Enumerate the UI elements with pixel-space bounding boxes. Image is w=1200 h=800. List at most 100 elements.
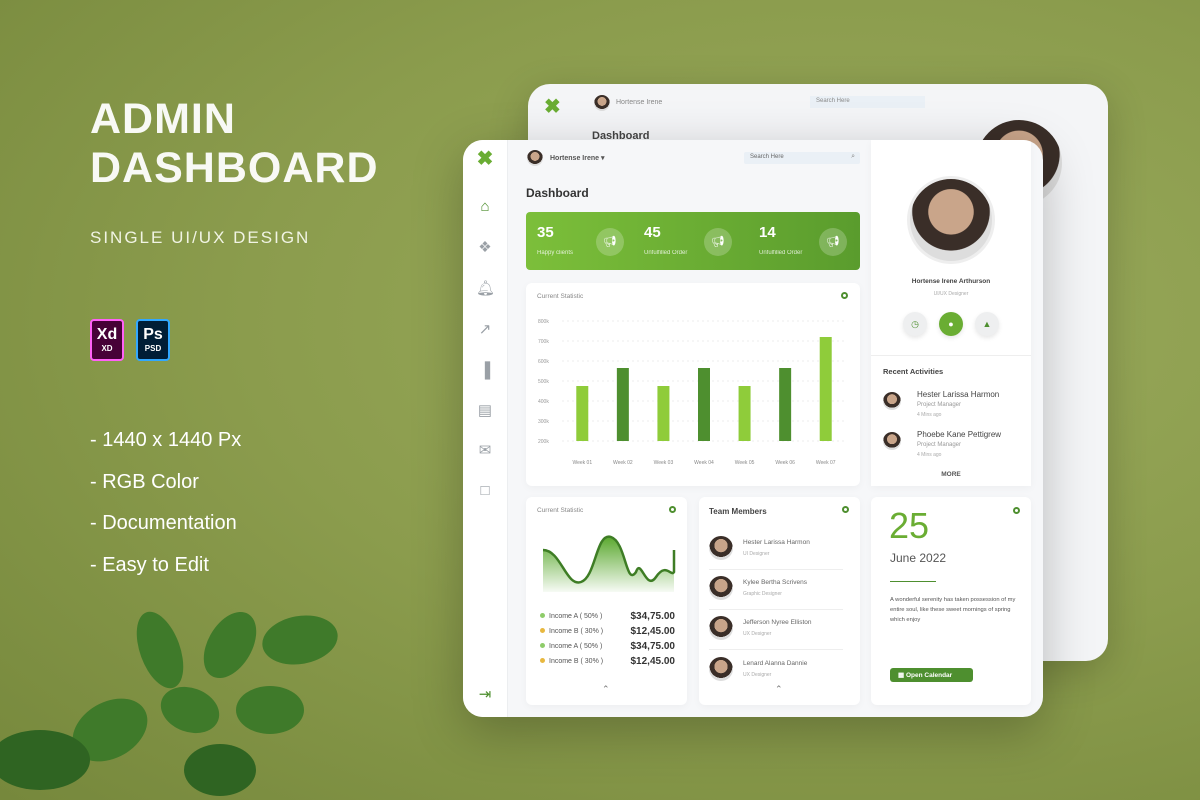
calendar-note: A wonderful serenity has taken possessio… [890,597,1016,623]
y-tick-label: 400k [538,399,549,405]
page-title: Dashboard [526,186,589,200]
feature-item: - Documentation [90,512,237,534]
puzzle-icon[interactable]: ❖ [476,239,494,257]
x-tick-label: Week 06 [775,460,795,466]
recent-activities-title: Recent Activities [883,367,944,376]
x-tick-label: Week 03 [654,460,674,466]
income-row: Income A ( 50% ) $34,75.00 [540,641,675,652]
profile-panel: Hortense Irene Arthurson UI/UX Designer … [871,140,1031,486]
feature-list: - 1440 x 1440 Px - RGB Color - Documenta… [90,420,241,586]
gear-icon[interactable] [842,506,849,513]
gear-icon[interactable] [1013,507,1020,514]
team-member[interactable]: Kylee Bertha Scrivens Graphic Designer [709,570,843,610]
user-icon[interactable]: ● [939,312,963,336]
income-title: Current Statistic [537,507,584,514]
stat-happy-clients: 35 Happy clients [537,224,574,256]
income-row: Income B ( 30% ) $12,45.00 [540,626,675,637]
search-box[interactable]: Search Here ⌕ [744,152,860,164]
avatar [883,432,901,450]
more-link[interactable]: MORE [871,471,1031,478]
clipboard-icon[interactable]: □ [476,482,494,500]
bar [576,386,589,441]
user-menu[interactable]: Hortense Irene ▾ [550,154,605,162]
promo-title: ADMIN DASHBOARD [90,95,379,193]
promo-title-line2: DASHBOARD [90,144,379,192]
bar-chart-icon[interactable]: ▐ [476,362,494,380]
plant-decoration [0,611,338,796]
dashboard-window: ✖ ⌂ ❖ 🔔︎ ↗ ▐ ▤ ✉ □ ⇥ Hortense Irene ▾ Se… [463,140,1043,717]
divider [871,355,1031,356]
bar [616,368,629,441]
trend-chart-icon[interactable]: ↗ [476,321,494,339]
user-name: Hortense Irene [550,155,600,162]
avatar [709,616,733,640]
stats-banner: 35 Happy clients 📢︎ 45 Unfulfilled Order 📢… [526,212,860,270]
feature-item: - RGB Color [90,470,199,493]
team-title: Team Members [709,507,767,516]
x-tick-label: Week 01 [572,460,592,466]
logo-icon: ✖ [476,148,494,170]
stat-unfulfilled-order-2: 14 Unfulfilled Order [759,224,803,256]
user-avatar[interactable] [527,150,543,166]
mail-icon[interactable]: ✉ [476,442,494,460]
search-input[interactable]: Search Here [810,96,925,108]
sidebar: ✖ ⌂ ❖ 🔔︎ ↗ ▐ ▤ ✉ □ ⇥ [463,140,508,717]
y-tick-label: 300k [538,419,549,425]
feature-item: - Easy to Edit [90,553,209,576]
logo-icon: ✖ [544,96,561,118]
avatar [594,95,610,111]
chevron-down-icon: ▾ [600,155,605,162]
profile-role: UI/UX Designer [933,291,969,297]
y-tick-label: 800k [538,319,549,325]
bell-icon[interactable]: 🔔︎ [476,280,495,298]
avatar [709,536,733,560]
bar [819,337,832,441]
megaphone-icon: 📢︎ [819,228,847,256]
bar-chart-card: Current Statistic 800k 700k 600k 500k 400k 30… [526,283,860,486]
team-members-card: Team Members Hester Larissa Harmon UI Des… [699,497,860,705]
calendar-day: 25 [889,505,930,546]
megaphone-icon: 📢︎ [704,228,732,256]
bar [657,386,670,441]
megaphone-icon: 📢︎ [596,228,624,256]
y-tick-label: 200k [538,439,549,445]
x-tick-label: Week 07 [816,460,836,466]
avatar [883,392,901,410]
team-member[interactable]: Jefferson Nyree Elliston UX Designer [709,610,843,650]
bell-icon[interactable]: ▲ [975,312,999,336]
logout-icon[interactable]: ⇥ [476,686,494,704]
area-chart [542,535,676,592]
home-icon[interactable]: ⌂ [476,198,494,216]
chevron-up-icon[interactable]: ⌃ [775,684,783,695]
profile-name: Hortense Irene Arthurson [911,278,991,285]
open-calendar-button[interactable]: ▦ Open Calendar [890,668,973,682]
calendar-icon: ▦ [898,672,905,679]
bar [738,386,751,441]
promo-subtitle: SINGLE UI/UX DESIGN [90,228,311,247]
y-tick-label: 700k [538,339,549,345]
profile-photo [907,176,995,264]
calendar-month-year: June 2022 [890,551,947,565]
x-tick-label: Week 02 [613,460,633,466]
income-row: Income B ( 30% ) $12,45.00 [540,656,675,667]
bar-chart: 800k 700k 600k 500k 400k 300k 200k Week 01 Week … [538,319,846,466]
search-input[interactable]: Search Here [750,154,784,160]
avatar [709,657,733,681]
clock-icon[interactable]: ◷ [903,312,927,336]
chevron-up-icon[interactable]: ⌃ [602,684,610,695]
income-row: Income A ( 50% ) $34,75.00 [540,611,675,622]
team-member[interactable]: Hester Larissa Harmon UI Designer [709,530,843,570]
search-icon[interactable]: ⌕ [851,153,855,161]
feature-item: - 1440 x 1440 Px [90,429,242,451]
gear-icon[interactable] [669,506,676,513]
promo-title-line1: ADMIN [90,95,236,143]
x-tick-label: Week 05 [735,460,755,466]
stat-unfulfilled-order: 45 Unfulfilled Order [644,224,688,256]
divider [890,581,936,582]
y-tick-label: 500k [538,379,549,385]
bar [698,368,710,441]
avatar [709,576,733,600]
report-icon[interactable]: ▤ [476,402,494,420]
area-fill [543,536,674,592]
x-tick-label: Week 04 [694,460,714,466]
